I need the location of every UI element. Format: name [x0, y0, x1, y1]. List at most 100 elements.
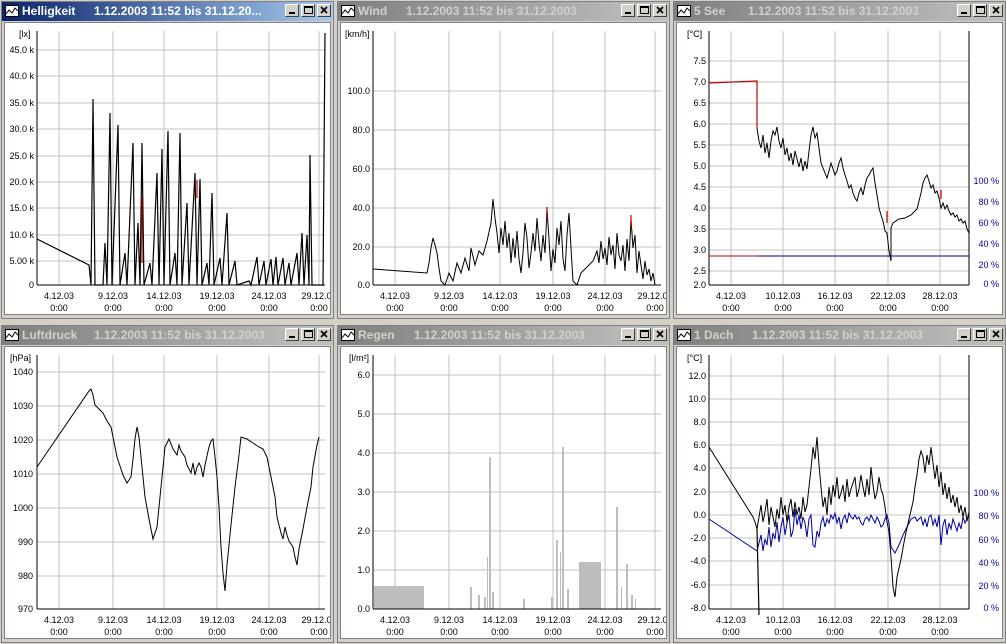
y-tick: 80.0 [352, 125, 370, 135]
y-tick: 7.5 [693, 56, 706, 66]
close-icon [320, 330, 328, 338]
titlebar[interactable]: Wind 1.12.2003 11:52 bis 31.12.2003 [338, 2, 669, 21]
x-tick-time: 0:00 [155, 627, 173, 637]
maximize-icon [640, 6, 649, 14]
maximize-button[interactable] [973, 4, 987, 17]
chart-plot-area[interactable]: [km/h] 100.0 80.0 60.0 40.0 20.0 0.0 4.1… [340, 22, 673, 315]
close-button[interactable] [317, 328, 331, 341]
x-tick-time: 0:00 [826, 627, 844, 637]
close-button[interactable] [653, 4, 667, 17]
humidity-tick: 60 % [978, 218, 999, 228]
titlebar[interactable]: Luftdruck 1.12.2003 11:52 bis 31.12.2003 [2, 326, 333, 345]
x-tick: 10.12.03 [765, 615, 800, 625]
y-tick: 2.5 [693, 266, 706, 276]
maximize-button[interactable] [637, 328, 651, 341]
titlebar[interactable]: Regen 1.12.2003 11:52 bis 31.12.2003 [338, 326, 669, 345]
chart-plot-area[interactable]: [hPa] 1040 1030 1020 1010 1000 990 980 9… [4, 346, 337, 639]
x-tick-time: 0:00 [879, 303, 897, 313]
y-tick: 7.0 [693, 77, 706, 87]
y-tick: 5.5 [693, 140, 706, 150]
minimize-button[interactable] [957, 4, 971, 17]
window-regen[interactable]: Regen 1.12.2003 11:52 bis 31.12.2003 [l/… [337, 325, 673, 643]
humidity-tick: 40 % [978, 558, 999, 568]
date-range: 1.12.2003 11:52 bis 31.12.2003 [752, 328, 923, 342]
minimize-button[interactable] [285, 4, 299, 17]
chart-app-icon [5, 329, 19, 341]
y-tick: 990 [18, 537, 33, 547]
window-luftdruck[interactable]: Luftdruck 1.12.2003 11:52 bis 31.12.2003… [1, 325, 337, 643]
chart-app-icon [341, 5, 355, 17]
y-tick: 5.00 k [9, 256, 34, 266]
y-tick: 25.0 k [9, 151, 34, 161]
minimize-button[interactable] [621, 4, 635, 17]
minimize-button[interactable] [621, 328, 635, 341]
maximize-button[interactable] [301, 4, 315, 17]
titlebar[interactable]: 5 See 1.12.2003 11:52 bis 31.12.2003 [674, 2, 1005, 21]
x-tick-time: 0:00 [440, 303, 458, 313]
x-tick-time: 0:00 [50, 627, 68, 637]
y-tick: 4.0 [693, 463, 706, 473]
minimize-icon [625, 12, 631, 14]
x-tick: 19.12.03 [199, 291, 234, 301]
y-tick: 10.0 [688, 394, 706, 404]
x-tick: 14.12.03 [146, 291, 181, 301]
window-title: Wind [358, 4, 388, 18]
chart-plot-area[interactable]: [l/m²] 6.0 5.0 4.0 3.0 2.0 1.0 0.0 4.12.… [340, 346, 673, 639]
minimize-icon [961, 12, 967, 14]
window-wind[interactable]: Wind 1.12.2003 11:52 bis 31.12.2003 [km/… [337, 1, 673, 319]
x-tick-time: 0:00 [774, 303, 792, 313]
x-tick: 24.12.03 [251, 291, 286, 301]
titlebar[interactable]: Helligkeit 1.12.2003 11:52 bis 31.12.20.… [2, 2, 333, 21]
minimize-button[interactable] [957, 328, 971, 341]
window-helligkeit[interactable]: Helligkeit 1.12.2003 11:52 bis 31.12.20.… [1, 1, 337, 319]
close-button[interactable] [989, 4, 1003, 17]
y-tick: 2.0 [357, 526, 370, 536]
maximize-button[interactable] [301, 328, 315, 341]
x-tick-time: 0:00 [491, 303, 509, 313]
x-tick: 4.12.03 [44, 615, 74, 625]
x-tick: 22.12.03 [870, 615, 905, 625]
close-button[interactable] [317, 4, 331, 17]
y-unit-label: [lx] [19, 29, 31, 39]
window-see[interactable]: 5 See 1.12.2003 11:52 bis 31.12.2003 [°C… [673, 1, 1006, 319]
y-tick: 4.0 [357, 448, 370, 458]
titlebar[interactable]: 1 Dach 1.12.2003 11:52 bis 31.12.2003 [674, 326, 1005, 345]
x-tick: 16.12.03 [817, 615, 852, 625]
maximize-icon [304, 6, 313, 14]
y-tick: 980 [18, 571, 33, 581]
x-tick-time: 0:00 [646, 627, 664, 637]
date-range: 1.12.2003 11:52 bis 31.12.20... [94, 4, 262, 18]
x-tick: 29.12.03 [301, 615, 330, 625]
wind-series [372, 198, 656, 286]
close-button[interactable] [989, 328, 1003, 341]
chart-plot-area[interactable]: [°C] 12.0 10.0 8.0 6.0 4.0 2.0 0.0 -2.0 … [676, 346, 1003, 639]
minimize-button[interactable] [285, 328, 299, 341]
x-tick-time: 0:00 [50, 303, 68, 313]
x-tick-time: 0:00 [260, 627, 278, 637]
x-tick-time: 0:00 [491, 627, 509, 637]
humidity-tick: 100 % [973, 176, 999, 186]
date-range: 1.12.2003 11:52 bis 31.12.2003 [414, 328, 585, 342]
chart-app-icon [341, 329, 355, 341]
window-dach[interactable]: 1 Dach 1.12.2003 11:52 bis 31.12.2003 [°… [673, 325, 1006, 643]
close-button[interactable] [653, 328, 667, 341]
maximize-button[interactable] [637, 4, 651, 17]
maximize-button[interactable] [973, 328, 987, 341]
y-tick: 2.0 [693, 280, 706, 290]
x-tick-time: 0:00 [596, 627, 614, 637]
chart-app-icon [677, 5, 691, 17]
x-tick: 19.12.03 [535, 291, 570, 301]
x-tick: 28.12.03 [922, 615, 957, 625]
window-title: Regen [358, 328, 395, 342]
y-unit-label: [l/m²] [349, 353, 369, 363]
date-range: 1.12.2003 11:52 bis 31.12.2003 [748, 4, 919, 18]
y-tick: 0.0 [357, 280, 370, 290]
y-tick: -8.0 [690, 603, 706, 613]
x-tick: 9.12.03 [98, 291, 128, 301]
y-unit-label: [°C] [687, 353, 702, 363]
x-tick: 29.12.03 [637, 615, 666, 625]
y-tick: 20.0 k [9, 177, 34, 187]
y-tick: 3.0 [693, 245, 706, 255]
chart-plot-area[interactable]: [°C] 7.5 7.0 6.5 6.0 5.5 5.0 4.5 4.0 3.5… [676, 22, 1003, 315]
chart-plot-area[interactable]: [lx] 45.0 k 40.0 k 35.0 k 30.0 k 25.0 k … [4, 22, 337, 315]
